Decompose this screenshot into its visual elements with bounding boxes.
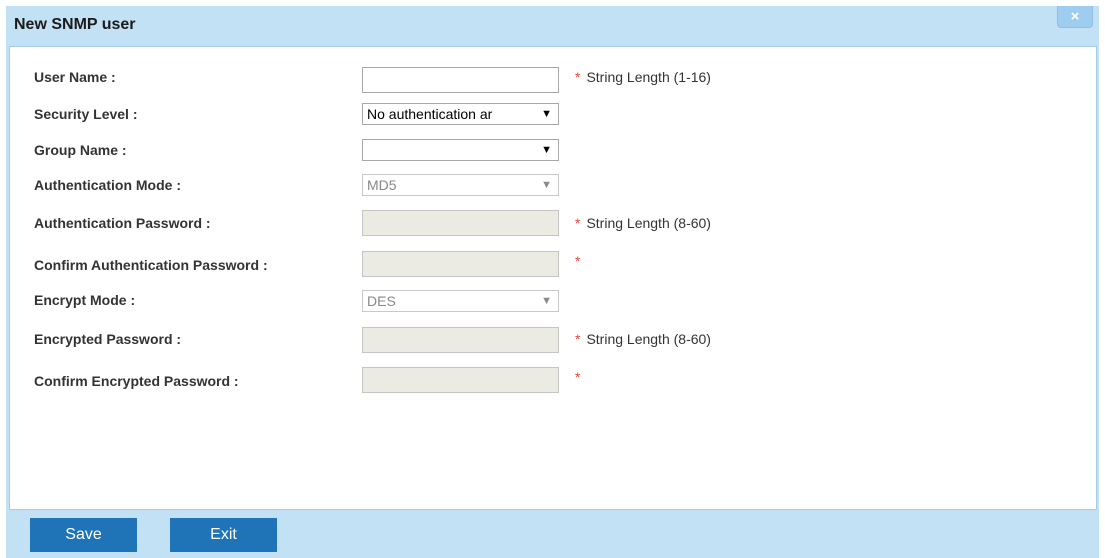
hint-text: String Length (8-60) xyxy=(586,215,711,231)
confirm-encrypted-password-input[interactable] xyxy=(362,367,559,393)
form-panel: User Name : * String Length (1-16) Securi… xyxy=(9,46,1097,510)
close-button[interactable]: × xyxy=(1057,6,1093,28)
confirm-encrypted-password-label: Confirm Encrypted Password : xyxy=(34,373,239,389)
dialog-footer: Save Exit xyxy=(6,511,1099,558)
user-name-label: User Name : xyxy=(34,69,116,85)
chevron-down-icon: ▼ xyxy=(541,108,552,120)
auth-mode-value: MD5 xyxy=(367,177,397,193)
confirm-auth-password-label: Confirm Authentication Password : xyxy=(34,257,268,273)
auth-password-label: Authentication Password : xyxy=(34,215,211,231)
encrypt-mode-label: Encrypt Mode : xyxy=(34,292,136,308)
required-star: * xyxy=(575,215,581,231)
security-level-value: No authentication ar xyxy=(367,106,493,122)
auth-mode-label: Authentication Mode : xyxy=(34,177,181,193)
encrypted-password-input[interactable] xyxy=(362,327,559,353)
dialog-titlebar: New SNMP user × xyxy=(6,6,1099,45)
user-name-hint: * String Length (1-16) xyxy=(575,69,711,85)
chevron-down-icon: ▼ xyxy=(541,144,552,156)
required-star: * xyxy=(575,253,581,269)
chevron-down-icon: ▼ xyxy=(541,179,552,191)
auth-password-hint: * String Length (8-60) xyxy=(575,215,711,231)
auth-password-input[interactable] xyxy=(362,210,559,236)
auth-mode-select[interactable]: MD5 ▼ xyxy=(362,174,559,196)
user-name-input[interactable] xyxy=(362,67,559,93)
close-icon: × xyxy=(1070,8,1080,25)
confirm-auth-password-hint: * xyxy=(575,253,586,269)
exit-button[interactable]: Exit xyxy=(170,518,277,552)
required-star: * xyxy=(575,369,581,385)
security-level-label: Security Level : xyxy=(34,106,138,122)
encrypt-mode-select[interactable]: DES ▼ xyxy=(362,290,559,312)
save-button[interactable]: Save xyxy=(30,518,137,552)
new-snmp-user-dialog: New SNMP user × User Name : * String Leng… xyxy=(6,6,1099,558)
required-star: * xyxy=(575,331,581,347)
security-level-select[interactable]: No authentication ar ▼ xyxy=(362,103,559,125)
confirm-encrypted-password-hint: * xyxy=(575,369,586,385)
group-name-label: Group Name : xyxy=(34,142,127,158)
encrypt-mode-value: DES xyxy=(367,293,396,309)
group-name-select[interactable]: ▼ xyxy=(362,139,559,161)
confirm-auth-password-input[interactable] xyxy=(362,251,559,277)
encrypted-password-hint: * String Length (8-60) xyxy=(575,331,711,347)
dialog-title: New SNMP user xyxy=(14,16,136,33)
chevron-down-icon: ▼ xyxy=(541,295,552,307)
required-star: * xyxy=(575,69,581,85)
hint-text: String Length (8-60) xyxy=(586,331,711,347)
hint-text: String Length (1-16) xyxy=(586,69,711,85)
encrypted-password-label: Encrypted Password : xyxy=(34,331,182,347)
